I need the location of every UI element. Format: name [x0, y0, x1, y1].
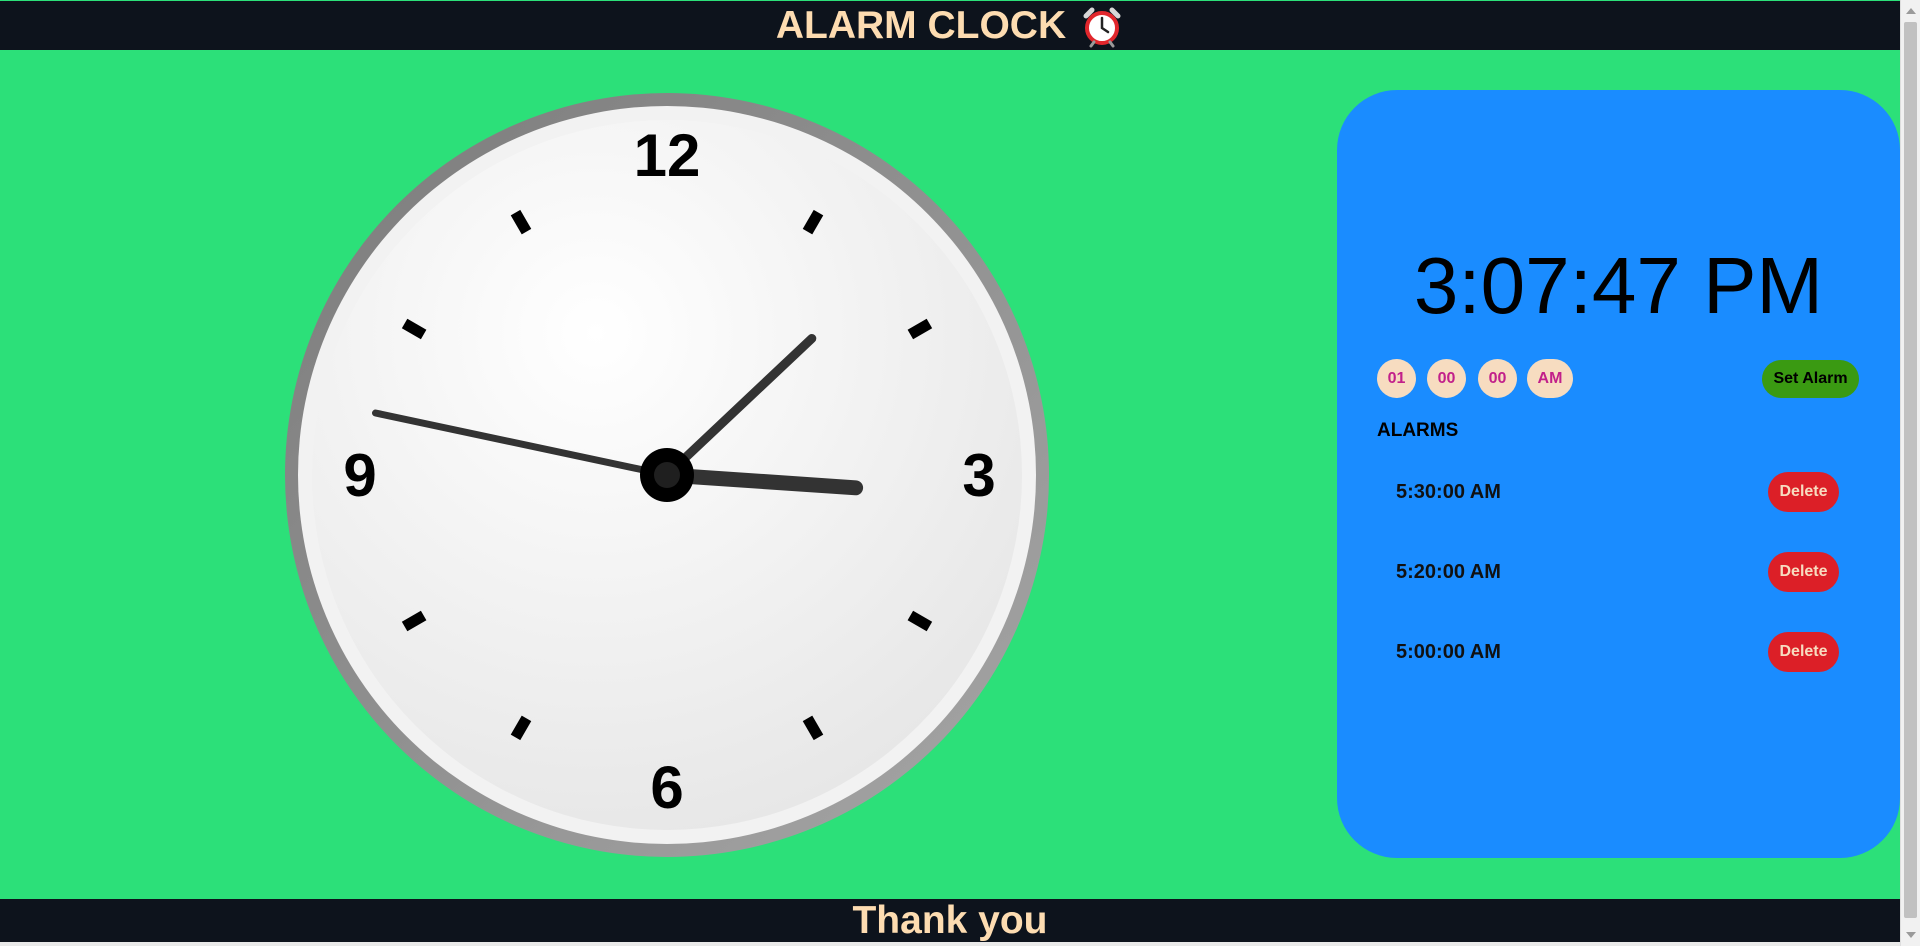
ampm-select[interactable]: AM	[1527, 359, 1573, 398]
alarm-item: 5:00:00 AM Delete	[1337, 632, 1900, 672]
scroll-down-arrow-icon[interactable]	[1906, 932, 1916, 938]
delete-alarm-button[interactable]: Delete	[1768, 552, 1839, 592]
second-select[interactable]: 00	[1478, 359, 1517, 398]
alarm-time: 5:00:00 AM	[1396, 641, 1501, 663]
clock-center-highlight	[654, 462, 680, 488]
page-title: ALARM CLOCK	[775, 3, 1067, 47]
header-bar: ALARM CLOCK	[0, 1, 1900, 50]
alarms-heading: ALARMS	[1377, 420, 1459, 441]
analog-clock: 12 3 6 9	[285, 93, 1049, 857]
numeral-6: 6	[650, 754, 683, 821]
page-bottom-edge	[0, 942, 1900, 946]
set-alarm-button[interactable]: Set Alarm	[1762, 360, 1859, 398]
alarm-clock-icon	[1080, 4, 1124, 48]
scroll-up-arrow-icon[interactable]	[1906, 8, 1916, 14]
numeral-3: 3	[962, 442, 995, 509]
alarm-time: 5:30:00 AM	[1396, 481, 1501, 503]
alarm-item: 5:20:00 AM Delete	[1337, 552, 1900, 592]
delete-alarm-button[interactable]: Delete	[1768, 632, 1839, 672]
delete-alarm-button[interactable]: Delete	[1768, 472, 1839, 512]
numeral-12: 12	[634, 122, 701, 189]
digital-time: 3:07:47 PM	[1413, 241, 1824, 330]
footer-bar: Thank you	[0, 899, 1900, 942]
page-background: ALARM CLOCK 12 3 6 9 3:07:47 PM 01 00 00…	[0, 0, 1900, 946]
alarm-item: 5:30:00 AM Delete	[1337, 472, 1900, 512]
footer-text: Thank you	[852, 898, 1048, 942]
numeral-9: 9	[343, 442, 376, 509]
hour-select[interactable]: 01	[1377, 359, 1416, 398]
alarm-time: 5:20:00 AM	[1396, 561, 1501, 583]
alarm-panel: 3:07:47 PM 01 00 00 AM Set Alarm ALARMS …	[1337, 90, 1900, 858]
scrollbar-thumb[interactable]	[1904, 22, 1917, 918]
minute-select[interactable]: 00	[1427, 359, 1466, 398]
vertical-scrollbar[interactable]	[1900, 0, 1920, 946]
